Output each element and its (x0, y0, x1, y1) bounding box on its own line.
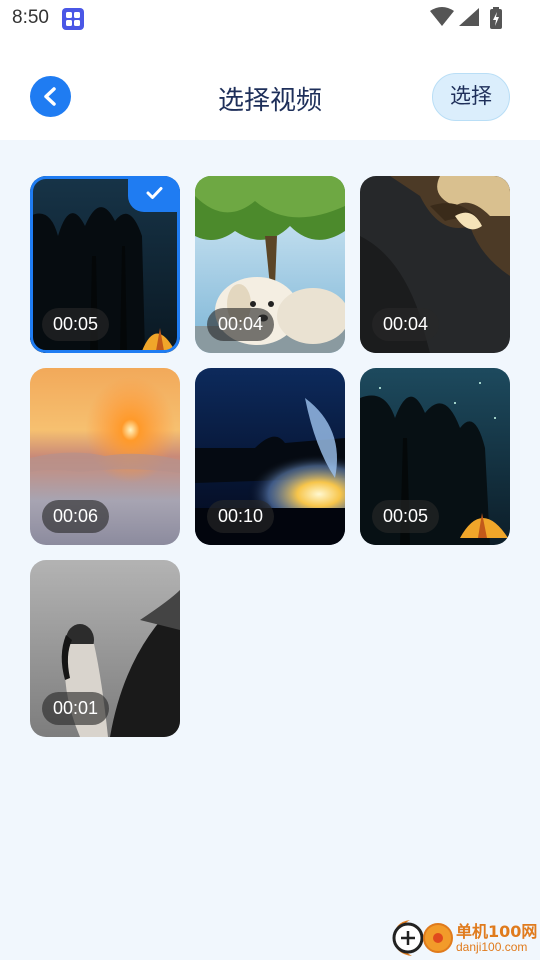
grid-app-icon (62, 8, 84, 30)
watermark-name: 单机100网 (456, 922, 538, 941)
wifi-icon (430, 7, 454, 26)
video-thumbnail[interactable]: 00:04 (195, 176, 345, 353)
danji-logo-icon (392, 920, 453, 956)
duration-badge: 00:04 (372, 308, 440, 341)
duration-badge: 00:05 (372, 500, 440, 533)
watermark-url: danji100.com (456, 940, 528, 954)
video-thumbnail[interactable]: 00:06 (30, 368, 180, 545)
video-thumbnail[interactable]: 00:05 (360, 368, 510, 545)
duration-badge: 00:01 (42, 692, 110, 725)
check-icon (146, 187, 163, 199)
selected-badge (128, 176, 180, 212)
status-time: 8:50 (12, 7, 49, 28)
duration-badge: 00:06 (42, 500, 110, 533)
duration-badge: 00:05 (42, 308, 110, 341)
duration-badge: 00:04 (207, 308, 275, 341)
video-thumbnail[interactable]: 00:04 (360, 176, 510, 353)
header-bar: 选择视频 选择 (0, 38, 540, 140)
video-thumbnail[interactable]: 00:05 (30, 176, 180, 353)
video-thumbnail[interactable]: 00:10 (195, 368, 345, 545)
cell-signal-icon (459, 8, 479, 26)
video-thumbnail[interactable]: 00:01 (30, 560, 180, 737)
battery-charging-icon (490, 7, 502, 29)
watermark: 单机100网 danji100.com (390, 914, 540, 960)
select-button[interactable]: 选择 (432, 73, 510, 121)
duration-badge: 00:10 (207, 500, 275, 533)
status-bar: 8:50 (0, 0, 540, 38)
